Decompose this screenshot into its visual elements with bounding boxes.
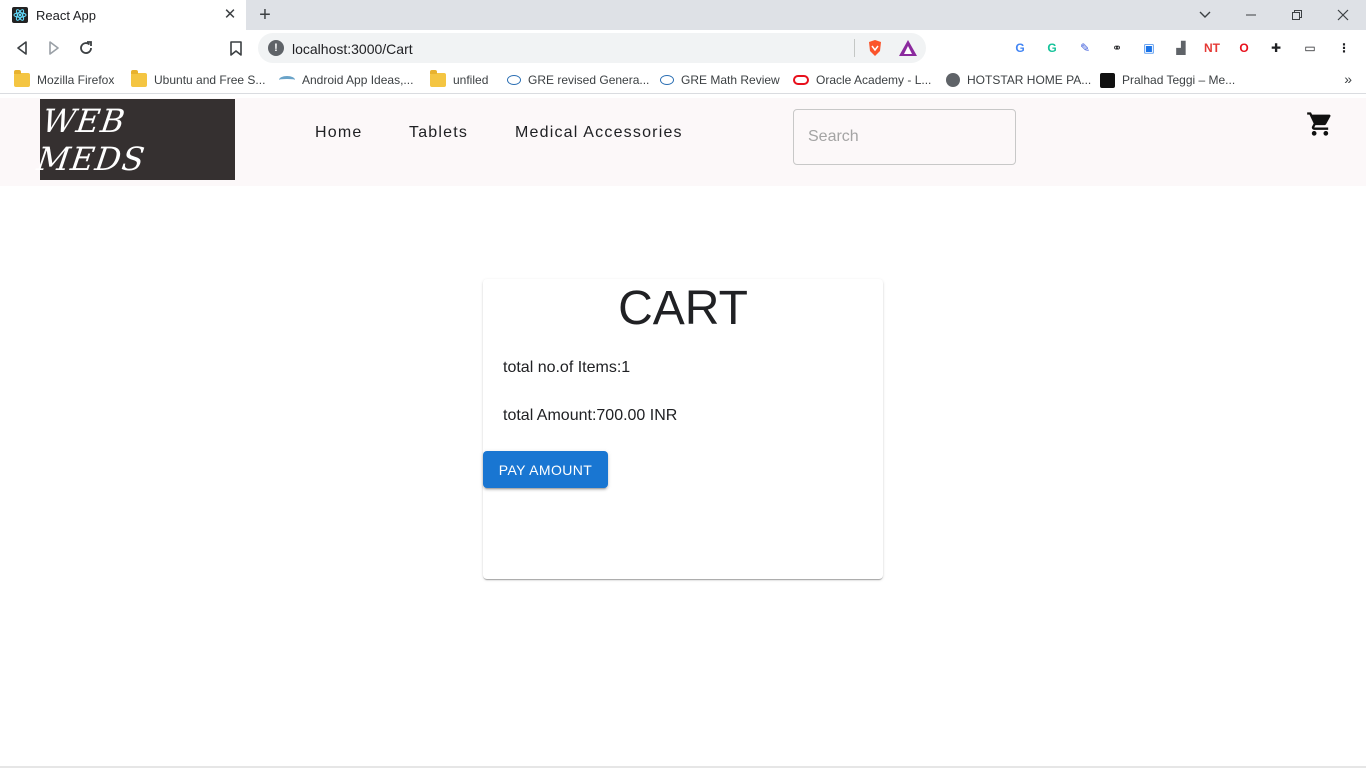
- new-tab-button[interactable]: +: [254, 4, 276, 26]
- stats-icon[interactable]: ▟: [1171, 38, 1191, 58]
- oracle-icon: [793, 75, 809, 85]
- ets-icon: [507, 75, 521, 85]
- brave-rewards-icon[interactable]: [898, 39, 918, 57]
- nt-icon[interactable]: NT: [1202, 38, 1222, 58]
- link-icon[interactable]: ⚭: [1107, 38, 1127, 58]
- nav-tablets[interactable]: Tablets: [409, 124, 468, 142]
- pay-amount-button[interactable]: PAY AMOUNT: [483, 451, 608, 488]
- minimize-icon[interactable]: [1228, 0, 1274, 30]
- folder-icon: [430, 70, 446, 87]
- tab-search-icon[interactable]: [1182, 0, 1228, 30]
- bookmarks-overflow-icon[interactable]: »: [1344, 71, 1352, 87]
- bookmark-label: Oracle Academy - L...: [816, 73, 932, 87]
- shopping-cart-icon[interactable]: [1306, 110, 1334, 138]
- bookmark-item[interactable]: Mozilla Firefox: [14, 70, 115, 89]
- folder-icon: [131, 70, 147, 87]
- browser-tab[interactable]: React App ✕: [0, 0, 246, 30]
- browser-toolbar: ! localhost:3000/Cart: [0, 30, 1366, 66]
- globe-icon: [946, 73, 960, 87]
- bookmark-item[interactable]: Android App Ideas,...: [279, 71, 413, 89]
- bookmark-item[interactable]: GRE revised Genera...: [507, 71, 649, 89]
- puzzle-icon[interactable]: ✚: [1266, 38, 1286, 58]
- site-icon: [279, 76, 295, 84]
- bookmark-item[interactable]: Oracle Academy - L...: [793, 71, 931, 89]
- brave-shield-icon[interactable]: [866, 39, 884, 57]
- bookmark-icon[interactable]: [224, 36, 248, 60]
- opera-icon[interactable]: O: [1234, 38, 1254, 58]
- cart-card: CART total no.of Items:1 total Amount:70…: [483, 279, 883, 579]
- bookmark-item[interactable]: HOTSTAR HOME PA...: [946, 71, 1091, 89]
- reload-icon[interactable]: [74, 36, 98, 60]
- omnibox-divider: [854, 39, 855, 57]
- address-bar[interactable]: ! localhost:3000/Cart: [258, 33, 926, 63]
- forward-icon[interactable]: [42, 36, 66, 60]
- bookmark-label: GRE revised Genera...: [528, 73, 650, 87]
- logo-text: WEB MEDS: [34, 101, 148, 178]
- bookmarks-bar: Mozilla Firefox Ubuntu and Free S... Andro…: [0, 66, 1366, 94]
- bookmark-item[interactable]: Ubuntu and Free S...: [131, 70, 266, 89]
- bookmark-label: Ubuntu and Free S...: [154, 73, 266, 87]
- nav-home[interactable]: Home: [315, 124, 362, 142]
- tab-close-icon[interactable]: ✕: [222, 7, 238, 23]
- bookmark-item[interactable]: GRE Math Review: [660, 71, 780, 89]
- bookmark-label: unfiled: [453, 73, 489, 87]
- total-amount-text: total Amount:700.00 INR: [503, 407, 678, 424]
- translate-icon[interactable]: G: [1010, 38, 1030, 58]
- bookmark-item[interactable]: unfiled: [430, 70, 489, 89]
- screen-icon[interactable]: ▣: [1139, 38, 1159, 58]
- bookmark-label: GRE Math Review: [681, 73, 780, 87]
- bookmark-label: HOTSTAR HOME PA...: [967, 73, 1092, 87]
- search-input[interactable]: [793, 109, 1016, 165]
- browser-tab-bar: React App ✕ +: [0, 0, 1366, 30]
- back-icon[interactable]: [10, 36, 34, 60]
- logo[interactable]: WEB MEDS: [35, 99, 235, 180]
- tab-title: React App: [36, 7, 96, 23]
- react-icon: [12, 7, 28, 23]
- pen-icon[interactable]: ✎: [1075, 38, 1095, 58]
- bookmark-item[interactable]: Pralhad Teggi – Me...: [1100, 71, 1235, 89]
- nav-medical-accessories[interactable]: Medical Accessories: [515, 124, 683, 142]
- close-window-icon[interactable]: [1320, 0, 1366, 30]
- folder-icon: [14, 70, 30, 87]
- cart-title: CART: [618, 282, 748, 335]
- bookmark-label: Android App Ideas,...: [302, 73, 414, 87]
- medium-icon: [1100, 72, 1115, 88]
- info-icon[interactable]: !: [268, 40, 284, 56]
- url-text: localhost:3000/Cart: [292, 41, 413, 57]
- bookmark-label: Pralhad Teggi – Me...: [1122, 73, 1236, 87]
- bookmark-label: Mozilla Firefox: [37, 73, 115, 87]
- grammarly-icon[interactable]: G: [1042, 38, 1062, 58]
- ets-icon: [660, 75, 674, 85]
- app-header: WEB MEDS Home Tablets Medical Accessorie…: [0, 98, 1366, 186]
- total-items-text: total no.of Items:1: [503, 359, 631, 376]
- menu-icon[interactable]: ⋮: [1334, 38, 1354, 58]
- wallet-icon[interactable]: ▭: [1300, 38, 1320, 58]
- restore-icon[interactable]: [1274, 0, 1320, 30]
